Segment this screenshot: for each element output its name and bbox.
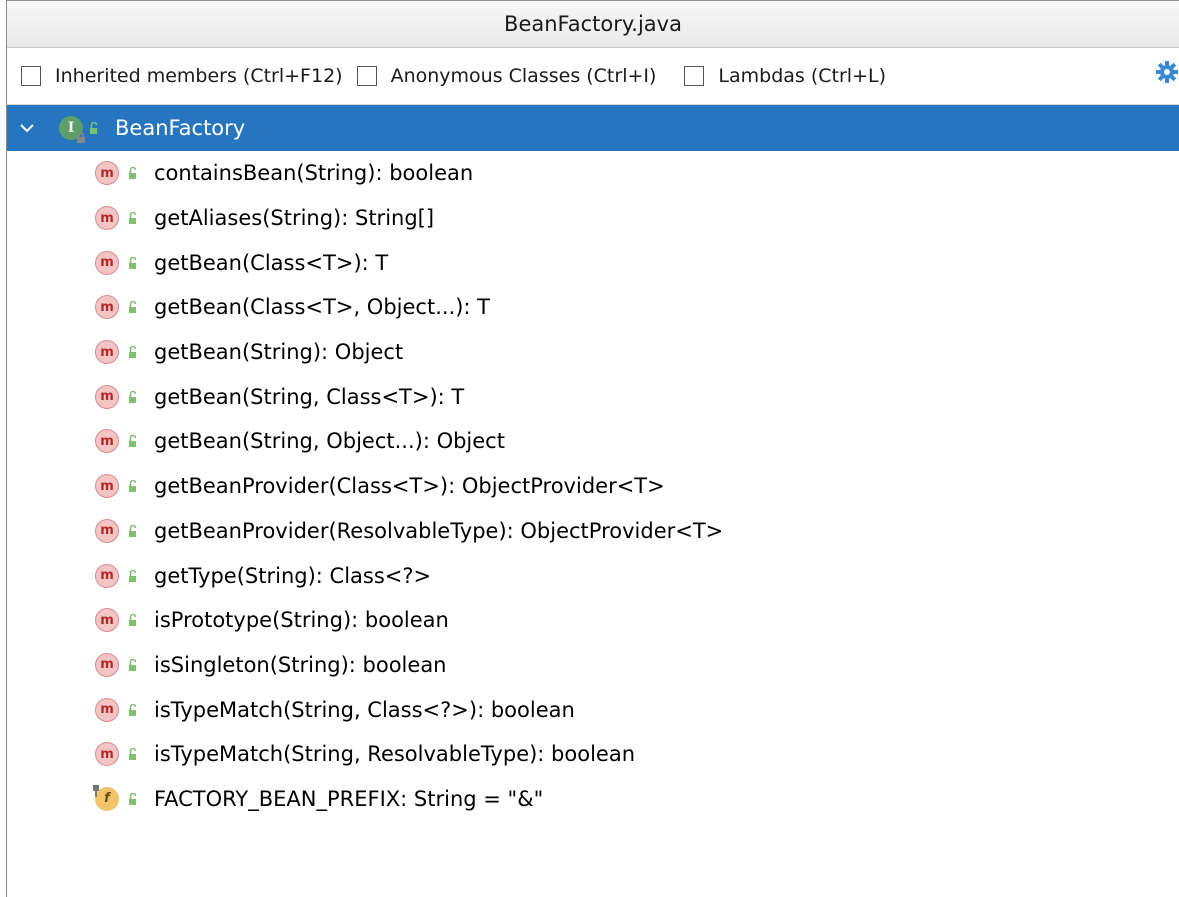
member-label: isPrototype(String): boolean <box>154 608 449 633</box>
anonymous-classes-option[interactable]: Anonymous Classes (Ctrl+I) <box>356 65 657 87</box>
method-icon: m <box>95 563 119 588</box>
member-label: getBean(String): Object <box>154 340 404 365</box>
member-label: isSingleton(String): boolean <box>154 652 447 677</box>
inherited-members-option[interactable]: Inherited members (Ctrl+F12) <box>21 65 343 87</box>
public-access-icon <box>129 614 137 627</box>
public-access-icon <box>129 569 137 582</box>
method-icon: m <box>95 742 119 767</box>
method-icon: m <box>95 250 119 275</box>
method-icon: m <box>95 608 119 633</box>
public-access-icon <box>129 748 137 761</box>
public-access-icon <box>129 346 137 359</box>
tree-method-row[interactable]: m getBean(String, Class<T>): T <box>7 374 1179 419</box>
public-access-icon <box>129 524 137 537</box>
method-icon: m <box>95 697 119 722</box>
method-icon: m <box>95 295 119 320</box>
member-label: containsBean(String): boolean <box>154 161 474 186</box>
public-access-icon <box>129 703 137 716</box>
member-label: getBeanProvider(ResolvableType): ObjectP… <box>154 518 724 543</box>
tree-method-row[interactable]: m getBean(Class<T>, Object...): T <box>7 285 1179 330</box>
method-icon: m <box>95 206 119 231</box>
public-access-icon <box>90 122 98 134</box>
method-icon: m <box>95 161 119 186</box>
chevron-down-icon[interactable] <box>17 123 37 133</box>
tree-method-row[interactable]: m containsBean(String): boolean <box>7 151 1179 196</box>
gear-icon[interactable] <box>1155 60 1179 84</box>
method-icon: m <box>95 518 119 543</box>
tree-method-row[interactable]: m getBeanProvider(Class<T>): ObjectProvid… <box>7 464 1179 509</box>
tree-method-row[interactable]: m getBeanProvider(ResolvableType): Object… <box>7 509 1179 554</box>
method-icon: m <box>95 340 119 365</box>
tree-method-row[interactable]: m isTypeMatch(String, ResolvableType): bo… <box>7 732 1179 777</box>
tree-root-label: BeanFactory <box>115 116 246 140</box>
method-icon: m <box>95 429 119 454</box>
tree-field-row[interactable]: f FACTORY_BEAN_PREFIX: String = "&" <box>7 777 1179 822</box>
tree-method-row[interactable]: m getBean(String, Object...): Object <box>7 419 1179 464</box>
public-access-icon <box>129 167 137 180</box>
anonymous-classes-label: Anonymous Classes (Ctrl+I) <box>390 65 657 87</box>
tree-root-beanfactory[interactable]: I BeanFactory <box>7 105 1179 151</box>
tree-method-row[interactable]: m getBean(String): Object <box>7 330 1179 375</box>
tree-method-row[interactable]: m isTypeMatch(String, Class<?>): boolean <box>7 687 1179 732</box>
structure-popup: BeanFactory.java Inherited members (Ctrl… <box>6 0 1179 897</box>
public-access-icon <box>129 435 137 448</box>
public-access-icon <box>129 256 137 269</box>
public-access-icon <box>129 658 137 671</box>
public-access-icon <box>129 212 137 225</box>
member-label: getBean(Class<T>, Object...): T <box>154 295 490 320</box>
tree-method-row[interactable]: m isPrototype(String): boolean <box>7 598 1179 643</box>
inherited-members-label: Inherited members (Ctrl+F12) <box>55 65 343 87</box>
tree-method-row[interactable]: m getType(String): Class<?> <box>7 553 1179 598</box>
popup-title: BeanFactory.java <box>7 1 1179 48</box>
member-label: isTypeMatch(String, ResolvableType): boo… <box>154 742 636 767</box>
lambdas-option[interactable]: Lambdas (Ctrl+L) <box>684 65 886 87</box>
member-label: getAliases(String): String[] <box>154 206 435 231</box>
member-label: isTypeMatch(String, Class<?>): boolean <box>154 697 575 722</box>
member-label: getBeanProvider(Class<T>): ObjectProvide… <box>154 474 665 499</box>
method-icon: m <box>95 384 119 409</box>
public-access-icon <box>129 792 137 805</box>
structure-tree: I BeanFactory m containsBean(String): boo… <box>7 105 1179 821</box>
member-label: getBean(Class<T>): T <box>154 250 389 275</box>
lambdas-checkbox[interactable] <box>684 66 705 86</box>
method-icon: m <box>95 474 119 499</box>
member-label: getBean(String, Class<T>): T <box>154 384 465 409</box>
interface-icon: I <box>59 116 85 143</box>
field-icon: f <box>93 784 119 811</box>
public-access-icon <box>129 480 137 493</box>
member-list: m containsBean(String): boolean m getAliase… <box>7 151 1179 821</box>
public-access-icon <box>129 301 137 314</box>
tree-method-row[interactable]: m getBean(Class<T>): T <box>7 240 1179 285</box>
tree-method-row[interactable]: m isSingleton(String): boolean <box>7 643 1179 688</box>
method-icon: m <box>95 652 119 677</box>
anonymous-classes-checkbox[interactable] <box>356 66 377 86</box>
tree-method-row[interactable]: m getAliases(String): String[] <box>7 196 1179 241</box>
member-label: getType(String): Class<?> <box>154 563 432 588</box>
member-label: FACTORY_BEAN_PREFIX: String = "&" <box>154 786 544 811</box>
member-label: getBean(String, Object...): Object <box>154 429 505 454</box>
filter-options-bar: Inherited members (Ctrl+F12) Anonymous C… <box>7 48 1179 105</box>
public-access-icon <box>129 390 137 403</box>
lambdas-label: Lambdas (Ctrl+L) <box>718 65 886 87</box>
inherited-members-checkbox[interactable] <box>21 66 41 86</box>
